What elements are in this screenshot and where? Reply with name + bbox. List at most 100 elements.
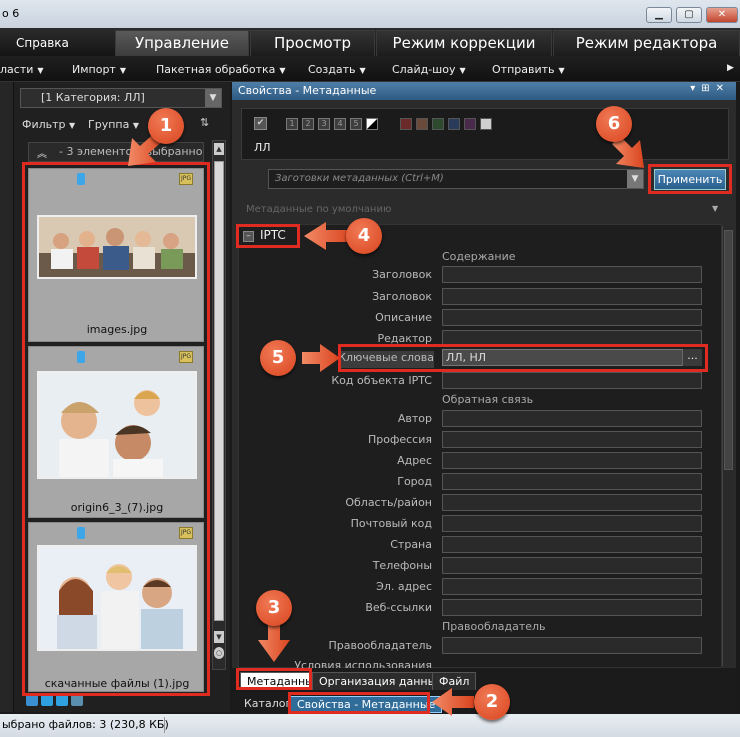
default-metadata-header[interactable]: Метаданные по умолчанию: [246, 204, 391, 215]
field-label: Телефоны: [372, 559, 432, 572]
tab-editor[interactable]: Режим редактора: [553, 30, 740, 56]
callout-3: 3: [256, 590, 292, 626]
tab-correction[interactable]: Режим коррекции: [376, 30, 552, 56]
panel-controls[interactable]: ▾⊞✕: [690, 83, 730, 94]
toolbar-slideshow[interactable]: Слайд-шоу ▼: [392, 63, 466, 76]
toolbar-regions[interactable]: ласти ▼: [0, 63, 44, 76]
field-label: Область/район: [345, 496, 432, 509]
label-green[interactable]: [432, 118, 444, 130]
rating-2[interactable]: 2: [302, 118, 314, 130]
metadata-preset-select[interactable]: Заготовки метаданных (Ctrl+M) ▼: [268, 169, 644, 189]
keywords-more-button[interactable]: ...: [682, 349, 702, 366]
region-field[interactable]: [442, 494, 702, 511]
scroll-down-icon[interactable]: ▼: [214, 631, 224, 643]
view-icon[interactable]: [71, 694, 83, 706]
editor-field[interactable]: [442, 330, 702, 347]
rating-5[interactable]: 5: [350, 118, 362, 130]
reject-icon[interactable]: [366, 118, 378, 130]
object-code-field[interactable]: [442, 372, 702, 389]
photo-thumbnail: [37, 371, 197, 479]
thumbnail-scrollbar[interactable]: ▲ ▼ ○: [212, 140, 226, 670]
label-white[interactable]: [480, 118, 492, 130]
toolbar-create[interactable]: Создать ▼: [308, 63, 366, 76]
filter-dropdown[interactable]: Фильтр ▼: [22, 118, 75, 131]
toolbar-send[interactable]: Отправить ▼: [492, 63, 565, 76]
panel-title: Свойства - Метаданные: [238, 84, 377, 97]
label-orange[interactable]: [416, 118, 428, 130]
collapse-icon[interactable]: ︽: [37, 145, 47, 160]
chevron-down-icon[interactable]: ▼: [627, 170, 643, 188]
country-field[interactable]: [442, 536, 702, 553]
rating-1[interactable]: 1: [286, 118, 298, 130]
tab-catalog[interactable]: Каталог: [238, 696, 297, 713]
field-label: Условия использования: [294, 659, 432, 668]
iptc-section-header[interactable]: – IPTC: [243, 228, 286, 242]
label-purple[interactable]: [464, 118, 476, 130]
address-field[interactable]: [442, 452, 702, 469]
chevron-down-icon[interactable]: ▼: [205, 89, 221, 107]
rotate-left-icon[interactable]: [41, 694, 53, 706]
rights-holder-field[interactable]: [442, 637, 702, 654]
field-label: Профессия: [367, 433, 432, 446]
metadata-scrollbar[interactable]: [722, 226, 734, 666]
web-field[interactable]: [442, 599, 702, 616]
toolbar-more-icon[interactable]: ▶: [727, 63, 734, 73]
zoom-icon[interactable]: ○: [214, 647, 224, 659]
section-feedback: Обратная связь: [442, 393, 534, 406]
toolbar-import[interactable]: Импорт ▼: [72, 63, 126, 76]
tab-file[interactable]: Файл: [432, 672, 477, 690]
author-field[interactable]: [442, 410, 702, 427]
check-icon[interactable]: ✔: [254, 117, 267, 130]
profession-field[interactable]: [442, 431, 702, 448]
maximize-button[interactable]: ▢: [676, 7, 702, 23]
scroll-up-icon[interactable]: ▲: [214, 143, 224, 155]
toolbar-batch[interactable]: Пакетная обработка ▼: [156, 63, 286, 76]
status-text: ыбрано файлов: 3 (230,8 КБ): [2, 718, 169, 731]
label-red[interactable]: [400, 118, 412, 130]
menu-help[interactable]: Справка: [16, 36, 69, 50]
tab-organize[interactable]: Организация данных: [312, 672, 450, 690]
category-select[interactable]: [1 Категория: ЛЛ] ▼: [20, 88, 222, 108]
rating-4[interactable]: 4: [334, 118, 346, 130]
city-field[interactable]: [442, 473, 702, 490]
scrollbar-thumb[interactable]: [214, 161, 224, 621]
sort-icon[interactable]: ⇅: [200, 116, 209, 129]
postcode-field[interactable]: [442, 515, 702, 532]
minimize-button[interactable]: ▁: [646, 7, 672, 23]
thumbnail-caption: скачанные файлы (1).jpg: [44, 677, 190, 690]
family-photo-image: [39, 373, 195, 477]
status-separator: [164, 717, 165, 733]
chevron-down-icon[interactable]: ▼: [712, 204, 718, 213]
rating-3[interactable]: 3: [318, 118, 330, 130]
tab-view[interactable]: Просмотр: [250, 30, 375, 56]
group-dropdown[interactable]: Группа ▼: [88, 118, 139, 131]
thumbnail-caption: origin6_3_(7).jpg: [70, 501, 164, 514]
email-field[interactable]: [442, 578, 702, 595]
keywords-field[interactable]: ЛЛ, НЛ: [442, 349, 702, 366]
title-bar: о 6 ▁ ▢ ✕: [0, 0, 740, 28]
toolbar: ласти ▼ Импорт ▼ Пакетная обработка ▼ Созда…: [0, 56, 740, 82]
thumbnail-item[interactable]: JPG origin6_3_(7).jpg: [28, 346, 204, 518]
apply-button[interactable]: Применить: [654, 169, 726, 190]
tab-properties[interactable]: Свойства - Метаданные: [290, 696, 443, 713]
import-icon[interactable]: [26, 694, 38, 706]
phones-field[interactable]: [442, 557, 702, 574]
field-label: Адрес: [397, 454, 432, 467]
label-blue[interactable]: [448, 118, 460, 130]
title-field[interactable]: [442, 288, 702, 305]
left-collapse-strip[interactable]: [0, 82, 14, 712]
metadata-icon: [77, 351, 85, 363]
scrollbar-thumb[interactable]: [724, 230, 733, 470]
family-photo-image: [39, 217, 195, 277]
rotate-right-icon[interactable]: [56, 694, 68, 706]
group-header[interactable]: ︽ - 3 элементов, выбранно: [28, 142, 204, 162]
headline-field[interactable]: [442, 266, 702, 283]
description-field[interactable]: [442, 309, 702, 326]
close-button[interactable]: ✕: [706, 7, 738, 23]
collapse-icon[interactable]: –: [243, 231, 254, 242]
panel-title-bar: Свойства - Метаданные ▾⊞✕: [232, 82, 736, 100]
field-label: Описание: [375, 311, 432, 324]
thumbnail-item[interactable]: JPG images.jpg: [28, 168, 204, 342]
tab-manage[interactable]: Управление: [115, 30, 249, 56]
thumbnail-item[interactable]: JPG скачанные файлы (1).jpg: [28, 522, 204, 692]
